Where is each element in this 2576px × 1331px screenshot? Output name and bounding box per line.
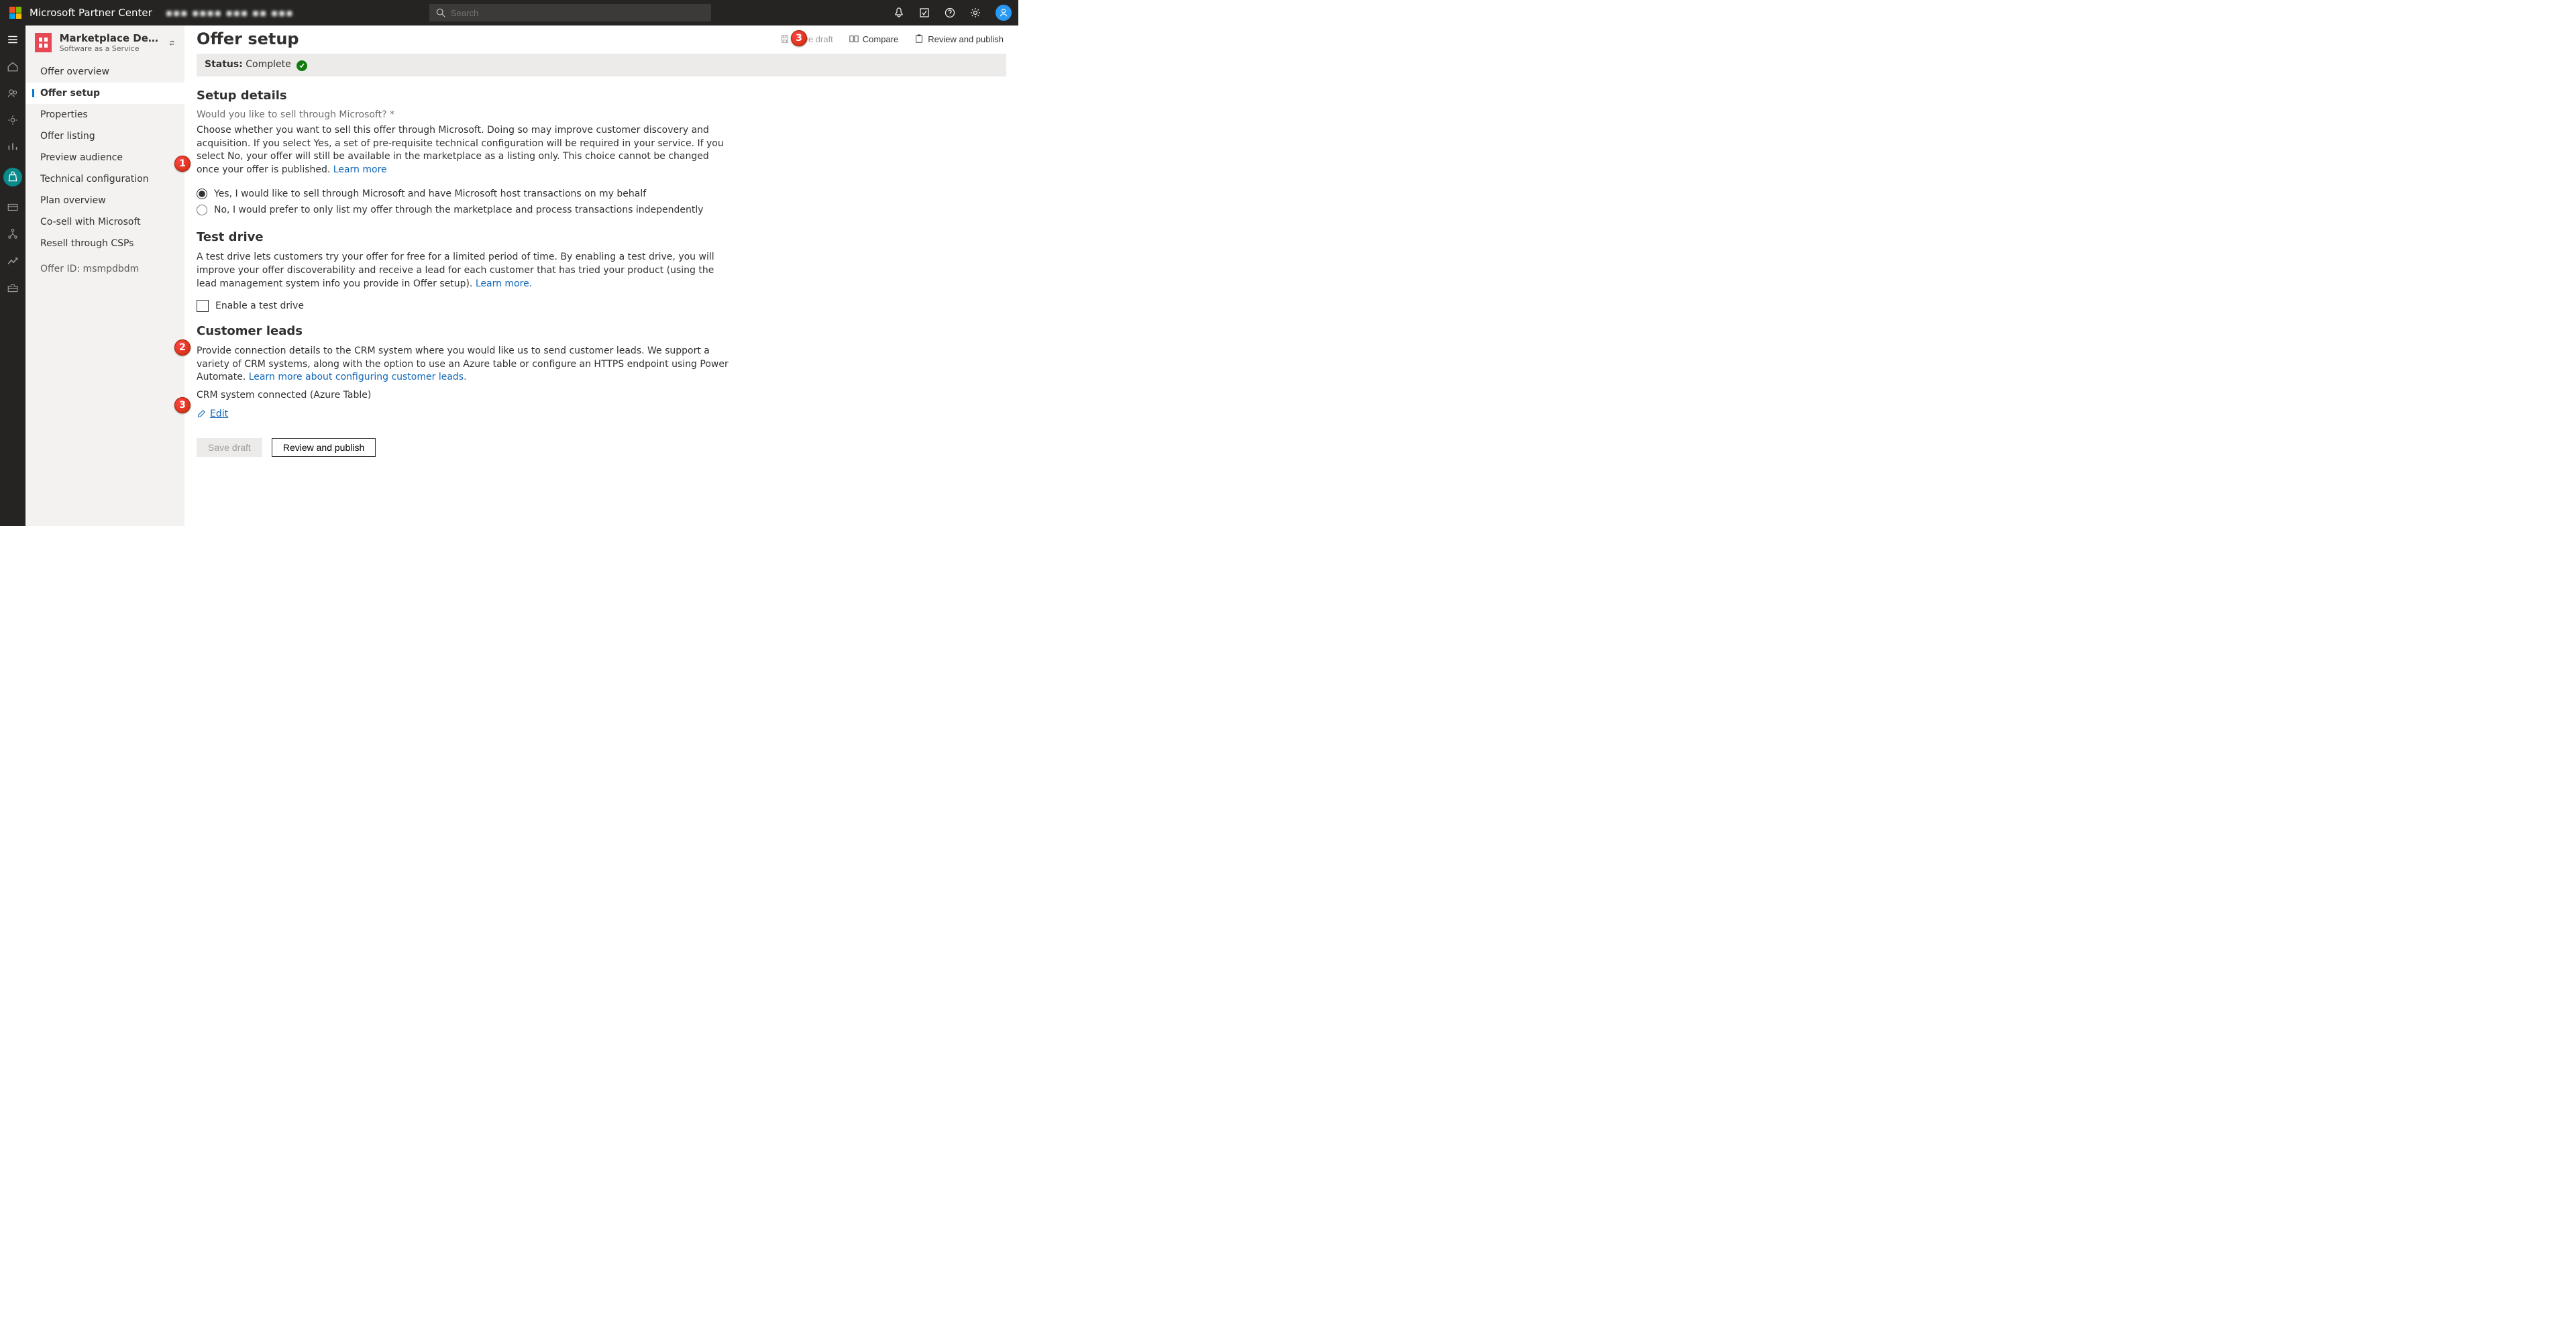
hdr-review-publish-button[interactable]: Review and publish <box>914 34 1004 44</box>
save-icon <box>780 34 790 44</box>
test-drive-learn-link[interactable]: Learn more. <box>476 278 532 289</box>
bottom-button-row: Save draft Review and publish <box>197 438 1006 457</box>
status-bar: Status: Complete <box>197 54 1006 76</box>
customer-leads-section: Customer leads Provide connection detail… <box>197 324 733 419</box>
check-icon <box>297 60 307 71</box>
help-icon[interactable] <box>945 7 955 18</box>
nav-preview-audience[interactable]: Preview audience <box>25 147 184 168</box>
main-content: Offer setup Save draft Compare Review an… <box>184 25 1006 526</box>
marketplace-rail-item[interactable] <box>3 168 22 187</box>
clipboard-icon <box>914 34 924 44</box>
diagnostics-icon[interactable] <box>919 7 930 18</box>
offer-tile-icon <box>35 33 52 52</box>
nav-technical-config[interactable]: Technical configuration <box>25 168 184 190</box>
gear-icon[interactable] <box>970 7 981 18</box>
sell-no-radio-input[interactable] <box>197 205 207 215</box>
bell-icon[interactable] <box>894 7 904 18</box>
people-icon[interactable] <box>7 87 19 99</box>
nav-title: Marketplace Demo - … <box>60 32 160 44</box>
hdr-compare-button[interactable]: Compare <box>849 34 898 44</box>
annotation-badge-3-top: 3 <box>791 30 807 46</box>
review-publish-button[interactable]: Review and publish <box>272 438 376 457</box>
nav-cosell[interactable]: Co-sell with Microsoft <box>25 211 184 233</box>
page-title: Offer setup <box>197 30 299 48</box>
nav-plan-overview[interactable]: Plan overview <box>25 190 184 211</box>
checkbox-icon <box>197 300 209 312</box>
setup-question: Would you like to sell through Microsoft… <box>197 109 733 120</box>
nav-offer-id: Offer ID: msmpdbdm <box>25 258 184 280</box>
nav-offer-setup[interactable]: Offer setup <box>25 83 184 104</box>
search-icon <box>436 8 445 17</box>
toolbox-icon[interactable] <box>7 282 19 294</box>
avatar[interactable] <box>996 5 1012 21</box>
leads-learn-link[interactable]: Learn more about configuring customer le… <box>249 372 467 382</box>
crm-edit-link[interactable]: Edit <box>197 409 733 419</box>
enable-test-drive-checkbox[interactable]: Enable a test drive <box>197 300 733 312</box>
tenant-blurred: ▪▪▪ ▪▪▪▪ ▪▪▪ ▪▪ ▪▪▪ <box>166 7 294 19</box>
annotation-badge-3-bottom: 3 <box>174 397 191 413</box>
microsoft-logo-icon <box>9 7 21 19</box>
annotation-badge-1: 1 <box>174 156 191 172</box>
setup-details-section: Setup details Would you like to sell thr… <box>197 89 733 218</box>
sell-yes-radio[interactable]: Yes, I would like to sell through Micros… <box>197 186 733 202</box>
person-icon <box>999 8 1008 17</box>
test-drive-heading: Test drive <box>197 230 733 244</box>
hierarchy-icon[interactable] <box>7 228 19 240</box>
nav-offer-overview[interactable]: Offer overview <box>25 61 184 83</box>
swap-icon[interactable] <box>168 38 175 48</box>
hamburger-icon[interactable] <box>7 34 19 46</box>
sell-no-label: No, I would prefer to only list my offer… <box>214 205 704 215</box>
sell-yes-radio-input[interactable] <box>197 189 207 199</box>
compare-icon <box>849 34 859 44</box>
setup-heading: Setup details <box>197 89 733 103</box>
save-draft-button[interactable]: Save draft <box>197 438 262 457</box>
nav-properties[interactable]: Properties <box>25 104 184 125</box>
nav-resell-csp[interactable]: Resell through CSPs <box>25 233 184 254</box>
nav-subtitle: Software as a Service <box>60 44 160 53</box>
sell-no-radio[interactable]: No, I would prefer to only list my offer… <box>197 202 733 218</box>
nav-header: Marketplace Demo - … Software as a Servi… <box>25 25 184 57</box>
home-icon[interactable] <box>7 60 19 72</box>
bag-icon <box>7 171 19 183</box>
search-input[interactable] <box>451 8 711 18</box>
setup-learn-more-link[interactable]: Learn more <box>333 164 387 175</box>
brand-title: Microsoft Partner Center <box>30 7 152 19</box>
search-box[interactable] <box>429 4 711 21</box>
gear-rail-icon[interactable] <box>7 114 19 126</box>
top-bar: Microsoft Partner Center ▪▪▪ ▪▪▪▪ ▪▪▪ ▪▪… <box>0 0 1018 25</box>
side-nav: Marketplace Demo - … Software as a Servi… <box>25 25 184 526</box>
left-rail <box>0 25 25 526</box>
enable-test-drive-label: Enable a test drive <box>215 301 304 311</box>
test-drive-section: Test drive A test drive lets customers t… <box>197 230 733 312</box>
crm-connected-text: CRM system connected (Azure Table) <box>197 390 733 401</box>
leads-description: Provide connection details to the CRM sy… <box>197 345 733 384</box>
leads-heading: Customer leads <box>197 324 733 338</box>
test-drive-description: A test drive lets customers try your off… <box>197 251 733 290</box>
sell-yes-label: Yes, I would like to sell through Micros… <box>214 189 646 199</box>
insights-icon[interactable] <box>7 141 19 153</box>
edit-icon <box>197 409 206 419</box>
trend-icon[interactable] <box>7 255 19 267</box>
annotation-badge-2: 2 <box>174 339 191 356</box>
setup-description: Choose whether you want to sell this off… <box>197 124 733 176</box>
card-icon[interactable] <box>7 201 19 213</box>
nav-offer-listing[interactable]: Offer listing <box>25 125 184 147</box>
